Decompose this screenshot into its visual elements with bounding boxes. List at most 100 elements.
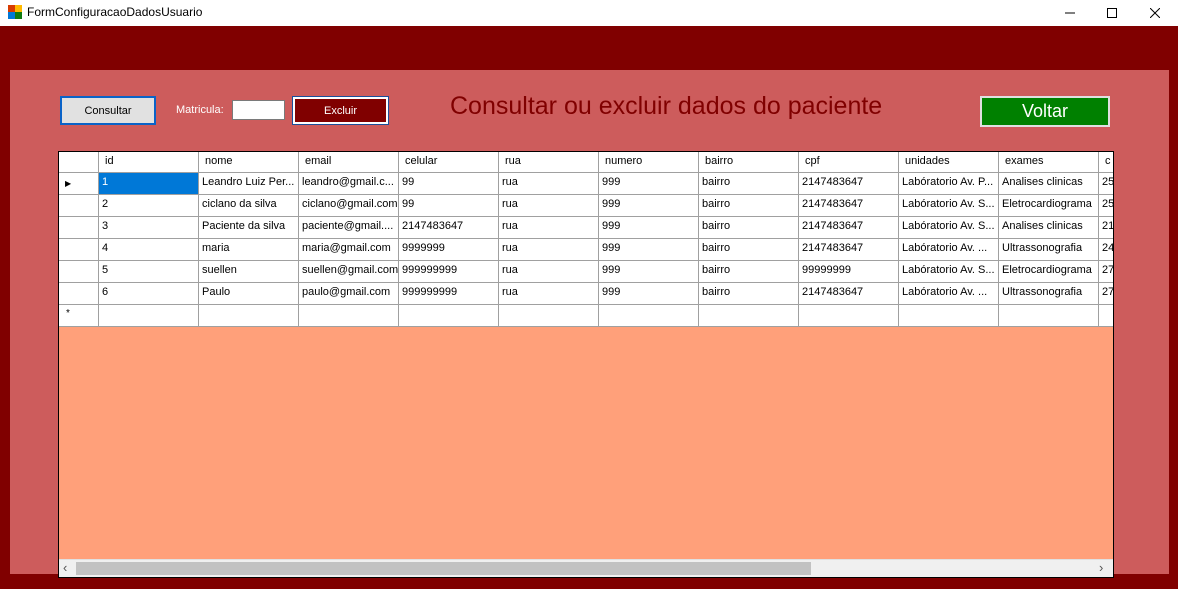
grid-cell[interactable]: suellen <box>199 261 299 283</box>
grid-cell[interactable]: Leandro Luiz Per... <box>199 173 299 195</box>
grid-cell[interactable]: 99 <box>399 173 499 195</box>
grid-cell[interactable]: 3 <box>99 217 199 239</box>
row-header[interactable] <box>59 239 99 261</box>
grid-cell[interactable]: 999 <box>599 217 699 239</box>
grid-cell[interactable]: bairro <box>699 261 799 283</box>
new-row-cell[interactable] <box>399 305 499 327</box>
grid-cell[interactable]: 999 <box>599 173 699 195</box>
maximize-button[interactable] <box>1089 0 1135 26</box>
row-header[interactable] <box>59 195 99 217</box>
row-header[interactable] <box>59 261 99 283</box>
grid-cell[interactable]: 999 <box>599 239 699 261</box>
grid-cell[interactable]: leandro@gmail.c... <box>299 173 399 195</box>
grid-cell[interactable]: 9999999 <box>399 239 499 261</box>
grid-cell[interactable]: 27 <box>1099 261 1113 283</box>
new-row-cell[interactable] <box>899 305 999 327</box>
grid-cell[interactable]: ciclano@gmail.com <box>299 195 399 217</box>
row-header[interactable] <box>59 283 99 305</box>
grid-cell[interactable]: paciente@gmail.... <box>299 217 399 239</box>
grid-cell[interactable]: 999 <box>599 261 699 283</box>
column-header-email[interactable]: email <box>299 152 399 173</box>
grid-cell[interactable]: Analises clinicas <box>999 217 1099 239</box>
current-row-indicator-icon[interactable]: ▶ <box>59 173 99 195</box>
grid-cell[interactable]: Labóratorio Av. S... <box>899 261 999 283</box>
grid-cell[interactable]: 2147483647 <box>799 283 899 305</box>
column-header-numero[interactable]: numero <box>599 152 699 173</box>
column-header-celular[interactable]: celular <box>399 152 499 173</box>
grid-cell[interactable]: bairro <box>699 217 799 239</box>
grid-cell[interactable]: Labóratorio Av. P... <box>899 173 999 195</box>
excluir-button[interactable]: Excluir <box>292 96 389 125</box>
new-row-cell[interactable] <box>699 305 799 327</box>
grid-cell[interactable]: suellen@gmail.com <box>299 261 399 283</box>
grid-cell[interactable]: bairro <box>699 173 799 195</box>
grid-cell[interactable]: Eletrocardiograma <box>999 195 1099 217</box>
grid-cell[interactable]: 99999999 <box>799 261 899 283</box>
grid-cell[interactable]: Labóratorio Av. S... <box>899 195 999 217</box>
grid-cell[interactable]: 27 <box>1099 283 1113 305</box>
grid-cell[interactable]: Ultrassonografia <box>999 283 1099 305</box>
grid-cell[interactable]: 24 <box>1099 239 1113 261</box>
grid-cell[interactable]: 2147483647 <box>799 217 899 239</box>
column-header-nome[interactable]: nome <box>199 152 299 173</box>
grid-cell[interactable]: rua <box>499 173 599 195</box>
grid-cell[interactable]: 999999999 <box>399 261 499 283</box>
grid-cell[interactable]: 4 <box>99 239 199 261</box>
grid-cell[interactable]: rua <box>499 261 599 283</box>
grid-cell[interactable]: Labóratorio Av. ... <box>899 239 999 261</box>
grid-cell[interactable]: 2147483647 <box>799 173 899 195</box>
matricula-input[interactable] <box>232 100 285 120</box>
column-header-exames[interactable]: exames <box>999 152 1099 173</box>
grid-cell[interactable]: Ultrassonografia <box>999 239 1099 261</box>
column-header-bairro[interactable]: bairro <box>699 152 799 173</box>
column-header-rua[interactable]: rua <box>499 152 599 173</box>
grid-cell[interactable]: 99 <box>399 195 499 217</box>
column-header-unidades[interactable]: unidades <box>899 152 999 173</box>
grid-cell[interactable]: bairro <box>699 195 799 217</box>
grid-cell[interactable]: rua <box>499 217 599 239</box>
grid-cell[interactable]: maria@gmail.com <box>299 239 399 261</box>
grid-cell[interactable]: bairro <box>699 239 799 261</box>
scroll-left-icon[interactable]: ‹ <box>63 560 67 575</box>
grid-cell[interactable]: Paciente da silva <box>199 217 299 239</box>
grid-cell[interactable]: rua <box>499 283 599 305</box>
grid-cell[interactable]: rua <box>499 195 599 217</box>
new-row-cell[interactable] <box>99 305 199 327</box>
grid-cell[interactable]: 25 <box>1099 173 1113 195</box>
grid-cell[interactable]: 1 <box>99 173 199 195</box>
grid-cell[interactable]: paulo@gmail.com <box>299 283 399 305</box>
grid-cell[interactable]: 999 <box>599 195 699 217</box>
grid-cell[interactable]: 2147483647 <box>799 239 899 261</box>
new-row-cell[interactable] <box>299 305 399 327</box>
scroll-right-icon[interactable]: › <box>1099 560 1103 575</box>
column-header-cpf[interactable]: cpf <box>799 152 899 173</box>
horizontal-scrollbar[interactable]: ‹ › <box>59 559 1113 577</box>
grid-cell[interactable]: 5 <box>99 261 199 283</box>
row-header[interactable] <box>59 217 99 239</box>
grid-cell[interactable]: Labóratorio Av. ... <box>899 283 999 305</box>
grid-cell[interactable]: Analises clinicas <box>999 173 1099 195</box>
grid-cell[interactable]: 25 <box>1099 195 1113 217</box>
grid-cell[interactable]: bairro <box>699 283 799 305</box>
grid-cell[interactable]: maria <box>199 239 299 261</box>
close-button[interactable] <box>1132 0 1178 26</box>
grid-cell[interactable]: 21 <box>1099 217 1113 239</box>
grid-cell[interactable]: 999 <box>599 283 699 305</box>
grid-cell[interactable]: Labóratorio Av. S... <box>899 217 999 239</box>
grid-cell[interactable]: 6 <box>99 283 199 305</box>
column-header-id[interactable]: id <box>99 152 199 173</box>
new-row-cell[interactable] <box>499 305 599 327</box>
grid-cell[interactable]: Eletrocardiograma <box>999 261 1099 283</box>
voltar-button[interactable]: Voltar <box>980 96 1110 127</box>
grid-cell[interactable]: 2147483647 <box>799 195 899 217</box>
new-row-cell[interactable] <box>799 305 899 327</box>
scrollbar-thumb[interactable] <box>76 562 811 575</box>
grid-cell[interactable]: 2 <box>99 195 199 217</box>
minimize-button[interactable] <box>1047 0 1093 26</box>
new-row-cell[interactable] <box>599 305 699 327</box>
consultar-button[interactable]: Consultar <box>60 96 156 125</box>
column-header-c[interactable]: c <box>1099 152 1113 173</box>
grid-cell[interactable]: ciclano da silva <box>199 195 299 217</box>
grid-cell[interactable]: 999999999 <box>399 283 499 305</box>
new-row-cell[interactable] <box>1099 305 1113 327</box>
